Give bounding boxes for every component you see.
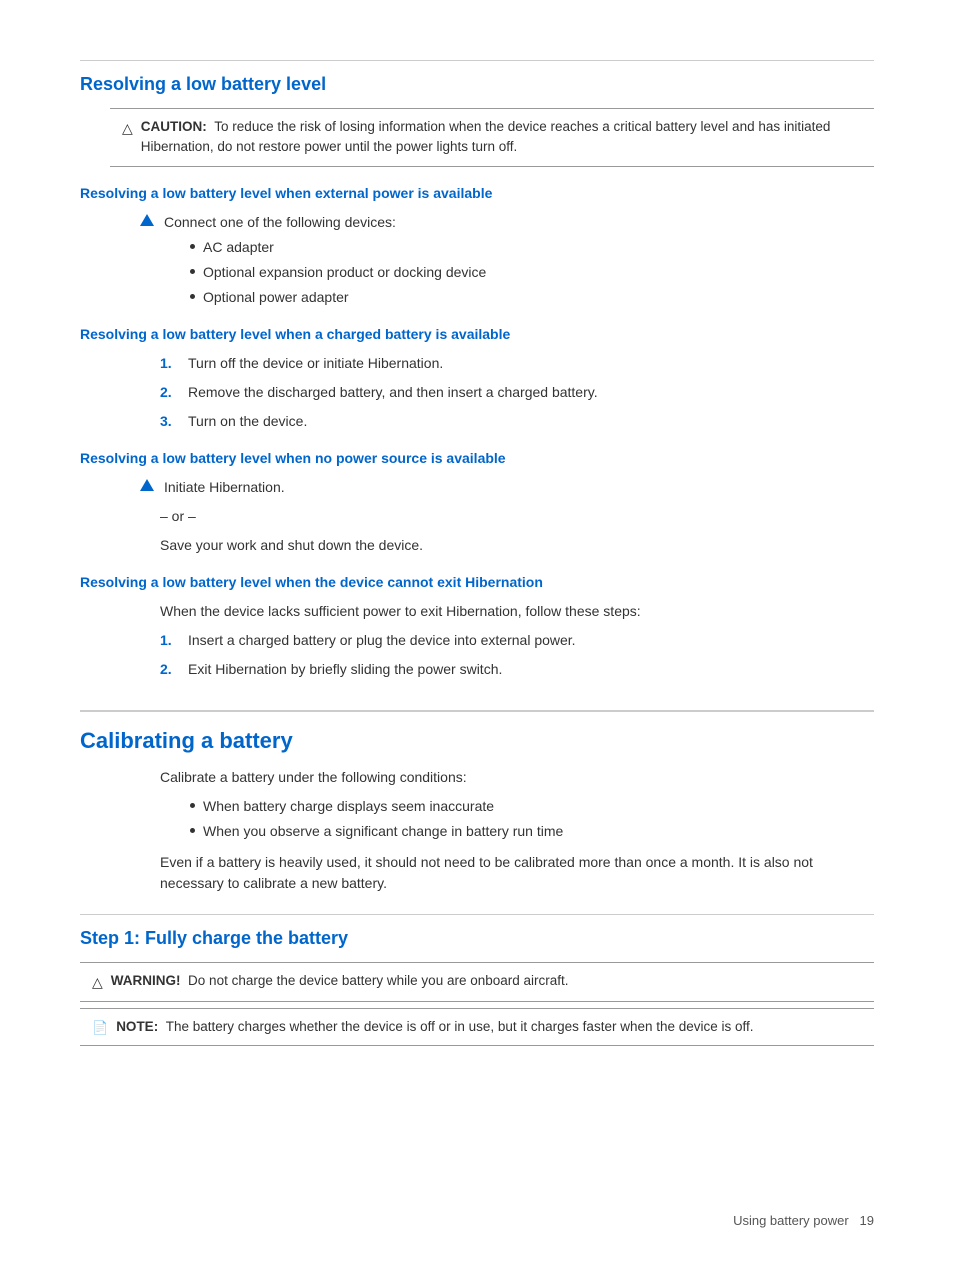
bullet-item-power-adapter: Optional power adapter <box>190 287 874 308</box>
warning-box: △ WARNING! Do not charge the device batt… <box>80 962 874 1002</box>
calibrate-para: Even if a battery is heavily used, it sh… <box>160 852 874 894</box>
calibrate-bullet-text-2: When you observe a significant change in… <box>203 821 563 842</box>
sub2-step-3: 3. Turn on the device. <box>160 411 874 432</box>
section2-heading: Calibrating a battery <box>80 710 874 757</box>
bullet-dot-icon <box>190 803 195 808</box>
page-number: 19 <box>860 1213 874 1228</box>
bullet-text-power-adapter: Optional power adapter <box>203 287 349 308</box>
initiate-item: Initiate Hibernation. <box>140 477 874 498</box>
bullet-dot-icon <box>190 294 195 299</box>
step-text: Turn on the device. <box>188 411 307 432</box>
bullet-item-expansion: Optional expansion product or docking de… <box>190 262 874 283</box>
bullet-dot-icon <box>190 828 195 833</box>
note-label: NOTE: <box>116 1019 158 1034</box>
step-number: 1. <box>160 630 180 651</box>
initiate-text: Initiate Hibernation. <box>164 477 285 498</box>
step-number: 2. <box>160 659 180 680</box>
sub4-heading: Resolving a low battery level when the d… <box>80 572 874 593</box>
calibrate-bullet-1: When battery charge displays seem inaccu… <box>190 796 874 817</box>
step-text: Turn off the device or initiate Hibernat… <box>188 353 443 374</box>
bullet-item-ac: AC adapter <box>190 237 874 258</box>
sub2-steps: 1. Turn off the device or initiate Hiber… <box>160 353 874 432</box>
step-number: 3. <box>160 411 180 432</box>
sub4-steps: 1. Insert a charged battery or plug the … <box>160 630 874 680</box>
or-text: – or – <box>160 506 874 527</box>
calibrate-intro: Calibrate a battery under the following … <box>160 767 874 788</box>
save-text: Save your work and shut down the device. <box>160 535 874 556</box>
caution-box: △ CAUTION: To reduce the risk of losing … <box>110 108 874 167</box>
connect-label: Connect one of the following devices: <box>164 212 396 233</box>
sub1-heading: Resolving a low battery level when exter… <box>80 183 874 204</box>
step-number: 2. <box>160 382 180 403</box>
note-page-icon: 📄 <box>92 1018 108 1038</box>
sub4-step-2: 2. Exit Hibernation by briefly sliding t… <box>160 659 874 680</box>
sub2-step-2: 2. Remove the discharged battery, and th… <box>160 382 874 403</box>
bullet-dot-icon <box>190 244 195 249</box>
warning-text: WARNING! Do not charge the device batter… <box>111 971 569 991</box>
section3-heading: Step 1: Fully charge the battery <box>80 914 874 952</box>
bullet-text-ac: AC adapter <box>203 237 274 258</box>
calibrate-bullet-2: When you observe a significant change in… <box>190 821 874 842</box>
section1-heading: Resolving a low battery level <box>80 60 874 98</box>
bullet-dot-icon <box>190 269 195 274</box>
sub4-step-1: 1. Insert a charged battery or plug the … <box>160 630 874 651</box>
bullet-text-expansion: Optional expansion product or docking de… <box>203 262 486 283</box>
bullet-triangle-icon <box>140 479 154 491</box>
page-footer: Using battery power 19 <box>733 1211 874 1231</box>
step-text: Exit Hibernation by briefly sliding the … <box>188 659 502 680</box>
calibrate-bullet-text-1: When battery charge displays seem inaccu… <box>203 796 494 817</box>
sub4-intro: When the device lacks sufficient power t… <box>160 601 874 622</box>
sub3-heading: Resolving a low battery level when no po… <box>80 448 874 469</box>
bullet-triangle-icon <box>140 214 154 226</box>
caution-label: CAUTION: <box>141 119 207 134</box>
page-content: Resolving a low battery level △ CAUTION:… <box>80 60 874 1046</box>
sub2-step-1: 1. Turn off the device or initiate Hiber… <box>160 353 874 374</box>
warning-label: WARNING! <box>111 973 181 988</box>
caution-triangle-icon: △ <box>122 118 133 139</box>
footer-text: Using battery power <box>733 1213 849 1228</box>
sub2-heading: Resolving a low battery level when a cha… <box>80 324 874 345</box>
note-text: NOTE: The battery charges whether the de… <box>116 1017 753 1037</box>
step-text: Remove the discharged battery, and then … <box>188 382 598 403</box>
caution-text: CAUTION: To reduce the risk of losing in… <box>141 117 862 158</box>
warning-triangle-icon: △ <box>92 972 103 993</box>
step-text: Insert a charged battery or plug the dev… <box>188 630 576 651</box>
note-box: 📄 NOTE: The battery charges whether the … <box>80 1008 874 1047</box>
connect-item: Connect one of the following devices: <box>140 212 874 233</box>
step-number: 1. <box>160 353 180 374</box>
